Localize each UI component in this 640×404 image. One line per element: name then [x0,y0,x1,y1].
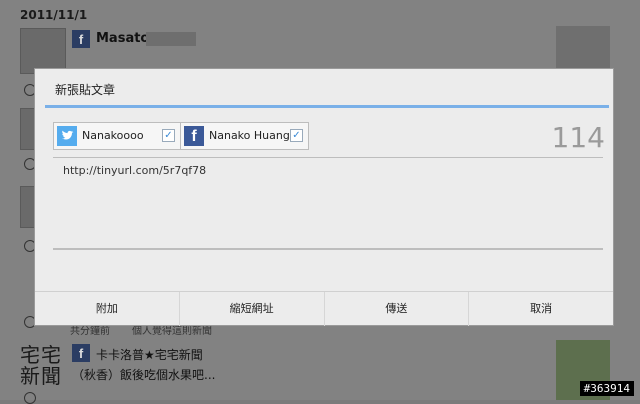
attach-button[interactable]: 附加 [35,292,180,326]
title-divider [45,105,609,108]
facebook-f-icon: f [184,126,204,146]
post-author: Masato [96,31,150,46]
watermark: #363914 [579,381,634,396]
account-facebook[interactable]: f Nanako Huang ✓ [180,122,309,150]
clock-icon [24,392,36,404]
checkbox-check-icon[interactable]: ✓ [162,129,175,142]
post-text-value: http://tinyurl.com/5r7qf78 [63,164,207,177]
account-twitter[interactable]: Nanakoooo ✓ [53,122,181,150]
send-button[interactable]: 傳送 [325,292,470,326]
account-name: Nanakoooo [82,129,144,142]
post-text-input[interactable]: http://tinyurl.com/5r7qf78 [53,157,603,250]
post-author: 卡卡洛普★宅宅新聞 [96,348,203,362]
facebook-icon: f [72,344,90,362]
shorten-url-button[interactable]: 縮短網址 [180,292,325,326]
action-bar: 附加 縮短網址 傳送 取消 [35,291,613,326]
checkbox-check-icon[interactable]: ✓ [290,129,303,142]
new-post-dialog: 新張貼文章 Nanakoooo ✓ f Nanako Huang ✓ 114 h… [34,68,614,326]
cancel-button[interactable]: 取消 [469,292,613,326]
twitter-bird-icon [57,126,77,146]
post-thumbnail [556,26,610,68]
dialog-title: 新張貼文章 [55,83,116,97]
char-counter: 114 [551,121,605,154]
account-name: Nanako Huang [209,129,290,142]
blurred-name [146,32,196,46]
news-logo: 宅宅新聞 [20,343,62,388]
feed-date: 2011/11/1 [20,8,88,22]
post-text: （秋香）飯後吃個水果吧... [72,368,216,382]
facebook-icon: f [72,30,90,48]
